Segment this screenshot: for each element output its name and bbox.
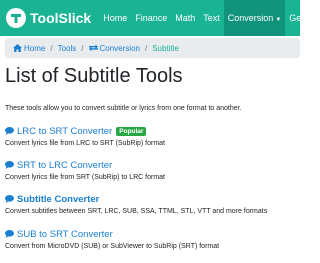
popular-badge: Popular [116, 126, 147, 136]
tool-item: SUB to SRT Converter Convert from MicroD… [5, 228, 219, 250]
breadcrumb-conversion[interactable]: Conversion [88, 43, 140, 53]
comment-icon [5, 127, 14, 135]
tool-item: Subtitle Converter Convert subtitles bet… [5, 193, 267, 215]
brand-name: ToolSlick [30, 10, 92, 26]
breadcrumb-home[interactable]: Home [13, 44, 45, 53]
toolslick-logo-icon [6, 8, 26, 28]
page-title: List of Subtitle Tools [5, 65, 183, 87]
tool-item: LRC to SRT Converter Popular Convert lyr… [5, 125, 165, 147]
nav-math[interactable]: Math [171, 0, 199, 36]
top-navbar: ToolSlick Home Finance Math Text Convers… [0, 0, 300, 36]
comment-icon [5, 195, 14, 203]
tool-link[interactable]: LRC to SRT Converter [17, 126, 112, 137]
breadcrumb-tools[interactable]: Tools [58, 44, 77, 53]
nav-conversion-label: Conversion [227, 13, 274, 23]
comment-icon [5, 230, 14, 238]
tool-item: SRT to LRC Converter Convert lyrics file… [5, 159, 165, 181]
nav-home[interactable]: Home [99, 0, 131, 36]
brand[interactable]: ToolSlick [6, 8, 91, 28]
nav-conversion[interactable]: Conversion ▼ [223, 0, 286, 36]
nav-generation[interactable]: Generation [285, 0, 300, 36]
tool-description: Convert lyrics file from LRC to SRT (Sub… [5, 140, 166, 147]
nav-finance[interactable]: Finance [131, 0, 171, 36]
breadcrumb-separator: / [81, 43, 84, 53]
caret-down-icon: ▼ [275, 17, 282, 23]
tool-description: Convert subtitles between SRT, LRC, SUB,… [5, 208, 268, 215]
tool-link[interactable]: Subtitle Converter [17, 194, 99, 205]
breadcrumb: Home / Tools / Conversion / Subtitle [5, 38, 300, 58]
tool-link[interactable]: SRT to LRC Converter [17, 160, 112, 171]
breadcrumb-separator: / [50, 43, 53, 53]
tool-link[interactable]: SUB to SRT Converter [17, 229, 113, 240]
breadcrumb-conversion-label: Conversion [99, 43, 140, 53]
exchange-icon [88, 44, 98, 52]
breadcrumb-current: Subtitle [152, 43, 179, 53]
comment-icon [5, 161, 14, 169]
tool-description: Convert from MicroDVD (SUB) or SubViewer… [5, 243, 220, 250]
nav-text[interactable]: Text [199, 0, 224, 36]
tool-description: Convert lyrics file from SRT (SubRip) to… [5, 174, 166, 181]
home-icon [13, 44, 22, 52]
breadcrumb-home-label: Home [24, 43, 46, 53]
breadcrumb-separator: / [144, 43, 148, 53]
page-intro: These tools allow you to convert subtitl… [5, 105, 242, 112]
